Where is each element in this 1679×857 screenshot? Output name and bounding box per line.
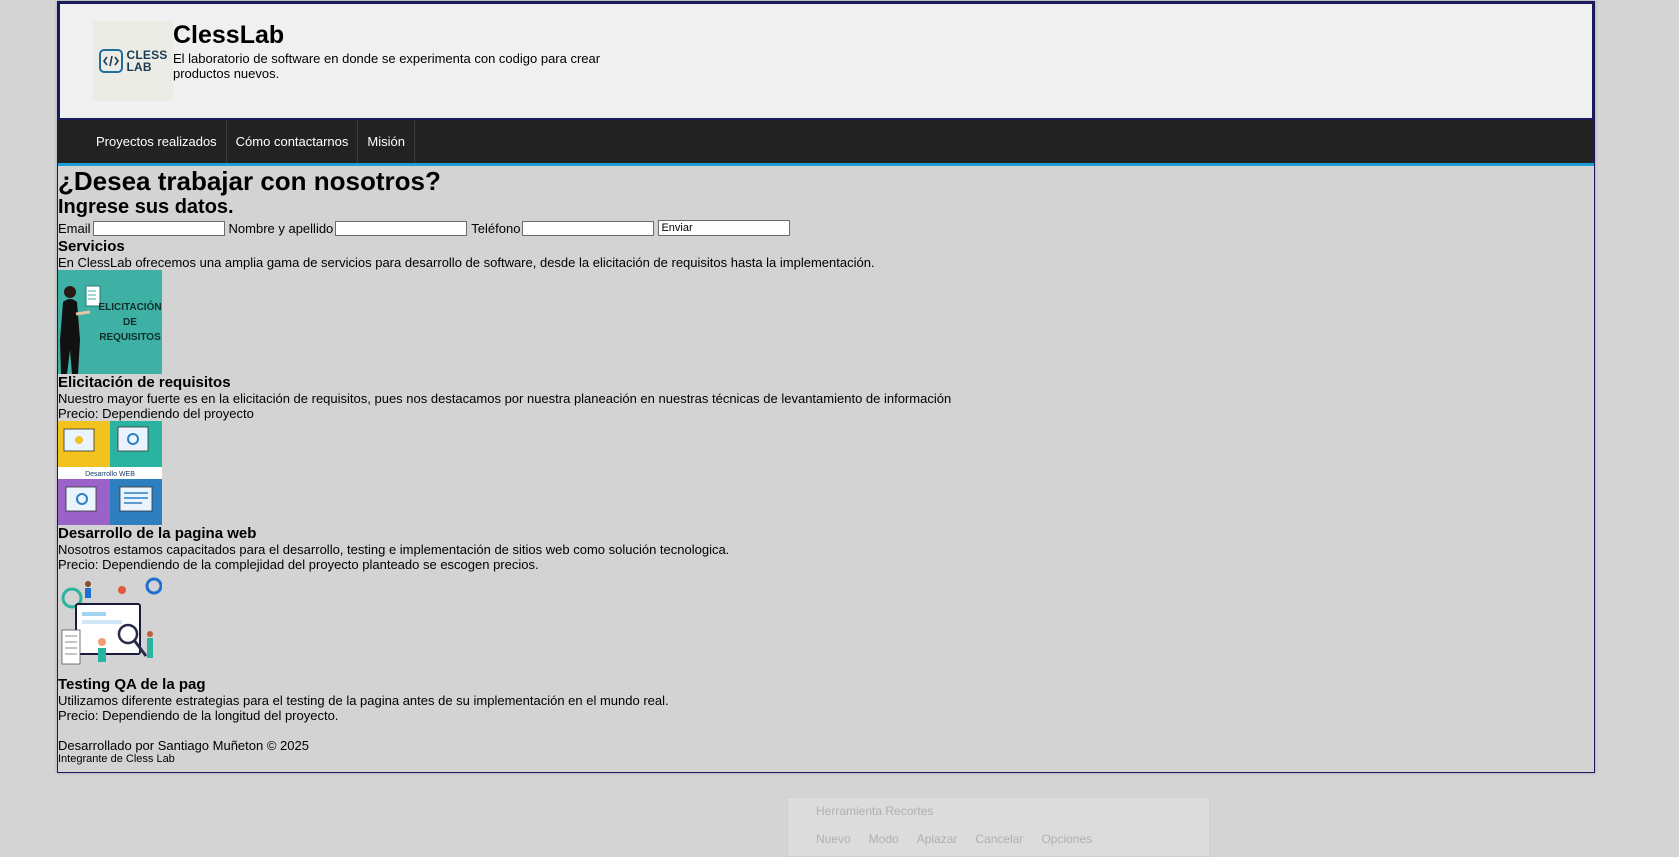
email-label: Email (58, 220, 91, 236)
delay-button[interactable]: Aplazar (917, 832, 958, 846)
nav-item-mision[interactable]: Misión (358, 120, 415, 163)
elicitation-image: ELICITACIÓN DE REQUISITOS (58, 270, 162, 374)
svg-text:DE: DE (123, 317, 137, 328)
cancel-button[interactable]: Cancelar (975, 832, 1023, 846)
qa-testing-image (58, 572, 162, 676)
footer-member: Integrante de Cless Lab (58, 753, 175, 765)
site-tagline: El laboratorio de software en donde se e… (173, 51, 601, 81)
code-icon (99, 49, 124, 73)
web-page: CLESS LAB ClessLab El laboratorio de soft… (57, 1, 1595, 773)
service-price: Precio: Dependiendo de la longitud del p… (58, 708, 339, 723)
contact-form: Email Nombre y apellido Teléfono Enviar (58, 218, 1594, 238)
site-title: ClessLab (173, 21, 285, 49)
services-intro: En ClessLab ofrecemos una amplia gama de… (58, 255, 875, 270)
phone-field[interactable] (522, 220, 655, 236)
nav-item-proyectos[interactable]: Proyectos realizados (87, 120, 227, 163)
footer-credit: Desarrollado por Santiago Muñeton © 2025 (58, 738, 309, 753)
main-nav: Proyectos realizados Cómo contactarnos M… (58, 120, 1594, 166)
service-title: Elicitación de requisitos (58, 374, 231, 391)
service-price: Precio: Dependiendo de la complejidad de… (58, 557, 539, 572)
service-title: Testing QA de la pag (58, 676, 206, 693)
site-header: CLESS LAB ClessLab El laboratorio de soft… (58, 2, 1594, 120)
new-snip-button[interactable]: Nuevo (816, 832, 851, 846)
snipping-tool-window: Herramienta Recortes Nuevo Modo Aplazar … (787, 797, 1210, 857)
service-title: Desarrollo de la pagina web (58, 525, 257, 542)
phone-label: Teléfono (471, 220, 521, 236)
svg-text:REQUISITOS: REQUISITOS (99, 332, 161, 343)
name-label: Nombre y apellido (228, 220, 334, 236)
contact-subheading: Ingrese sus datos. (58, 196, 234, 218)
nav-item-contacto[interactable]: Cómo contactarnos (227, 120, 359, 163)
service-description: Nuestro mayor fuerte es en la elicitació… (58, 391, 952, 406)
name-field[interactable] (335, 220, 468, 236)
service-price: Precio: Dependiendo del proyecto (58, 406, 254, 421)
service-description: Utilizamos diferente estrategias para el… (58, 693, 669, 708)
contact-heading: ¿Desea trabajar con nosotros? (58, 166, 441, 196)
services-heading: Servicios (58, 238, 125, 255)
web-development-image-label: Desarrollo WEB (85, 471, 135, 478)
svg-text:ELICITACIÓN: ELICITACIÓN (98, 300, 161, 313)
options-button[interactable]: Opciones (1041, 832, 1092, 846)
web-development-image: Desarrollo WEB (58, 421, 162, 525)
email-field[interactable] (92, 220, 225, 236)
clesslab-logo: CLESS LAB (93, 21, 173, 101)
mode-button[interactable]: Modo (869, 832, 899, 846)
snipping-tool-toolbar: Nuevo Modo Aplazar Cancelar Opciones (788, 818, 1209, 846)
main-content: ¿Desea trabajar con nosotros? Ingrese su… (58, 166, 1594, 766)
snipping-tool-title: Herramienta Recortes (816, 804, 934, 818)
submit-button[interactable]: Enviar (658, 220, 791, 236)
service-description: Nosotros estamos capacitados para el des… (58, 542, 730, 557)
